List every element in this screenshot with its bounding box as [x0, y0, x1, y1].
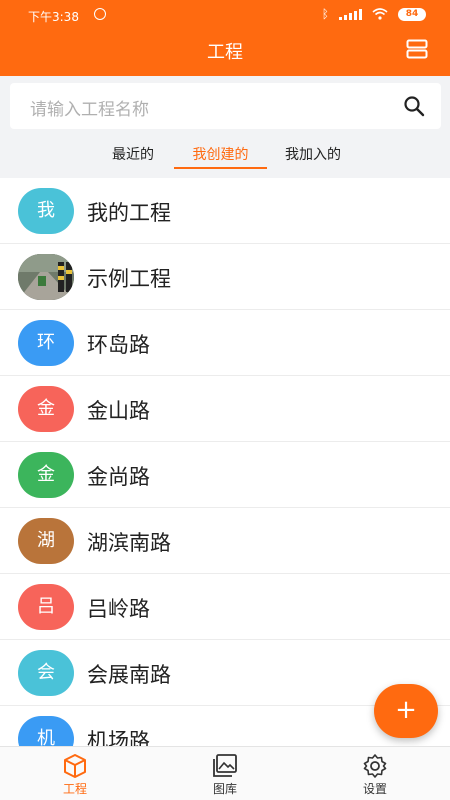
project-name: 机场路 — [87, 729, 150, 746]
list-item[interactable]: 示例工程 — [0, 244, 450, 310]
project-name: 会展南路 — [87, 663, 171, 687]
list-item[interactable]: 环 环岛路 — [0, 310, 450, 376]
list-item[interactable]: 我 我的工程 — [0, 178, 450, 244]
list-item[interactable]: 金 金尚路 — [0, 442, 450, 508]
battery-indicator: 84 — [398, 7, 426, 21]
nav-projects[interactable]: 工程 — [0, 747, 150, 800]
search-icon[interactable] — [403, 95, 425, 117]
list-item[interactable]: 金 金山路 — [0, 376, 450, 442]
nav-settings[interactable]: 设置 — [300, 747, 450, 800]
avatar: 会 — [18, 650, 74, 696]
avatar: 机 — [18, 716, 74, 746]
nav-label: 设置 — [362, 782, 387, 796]
avatar: 金 — [18, 386, 74, 432]
tab-bar: 最近的 我创建的 我加入的 — [0, 138, 450, 176]
bottom-nav: 工程 图库 设置 — [0, 746, 450, 800]
app-header: 下午3:38 ᛒ 84 工程 — [0, 0, 450, 76]
tab-created[interactable]: 我创建的 — [174, 144, 267, 164]
project-name: 湖滨南路 — [87, 531, 171, 555]
switch-view-icon[interactable] — [406, 39, 428, 59]
status-icons: ᛒ 84 — [322, 7, 426, 21]
cube-icon — [64, 754, 86, 778]
tab-recent[interactable]: 最近的 — [98, 144, 168, 164]
status-bar: 下午3:38 ᛒ 84 — [0, 0, 450, 30]
search-input[interactable]: 请输入工程名称 — [30, 95, 149, 120]
avatar: 湖 — [18, 518, 74, 564]
signal-icon — [339, 8, 362, 20]
bluetooth-icon: ᛒ — [321, 7, 329, 21]
project-list: 我 我的工程 示例工程 环 环岛路 金 金山路 金 金尚路 湖 湖滨南路 吕 吕… — [0, 178, 450, 746]
wifi-icon — [372, 8, 388, 20]
project-name: 吕岭路 — [87, 597, 150, 621]
active-tab-indicator — [174, 167, 267, 169]
avatar: 环 — [18, 320, 74, 366]
avatar: 金 — [18, 452, 74, 498]
list-item[interactable]: 吕 吕岭路 — [0, 574, 450, 640]
project-name: 我的工程 — [87, 201, 171, 225]
list-item[interactable]: 湖 湖滨南路 — [0, 508, 450, 574]
project-name: 金尚路 — [87, 465, 150, 489]
avatar-photo — [18, 254, 74, 300]
search-bar[interactable]: 请输入工程名称 — [10, 83, 441, 129]
avatar: 我 — [18, 188, 74, 234]
road-photo-icon — [18, 254, 74, 300]
tab-joined[interactable]: 我加入的 — [272, 144, 354, 164]
nav-label: 工程 — [62, 782, 87, 796]
project-name: 环岛路 — [87, 333, 150, 357]
avatar: 吕 — [18, 584, 74, 630]
nav-gallery[interactable]: 图库 — [150, 747, 300, 800]
page-title: 工程 — [207, 42, 243, 63]
nav-label: 图库 — [212, 782, 237, 796]
alarm-icon — [94, 8, 106, 20]
status-time: 下午3:38 — [28, 10, 79, 24]
gallery-icon — [213, 754, 237, 777]
project-name: 金山路 — [87, 399, 150, 423]
add-project-button[interactable]: + — [374, 684, 438, 738]
project-name: 示例工程 — [87, 267, 171, 291]
gear-icon — [363, 754, 387, 778]
